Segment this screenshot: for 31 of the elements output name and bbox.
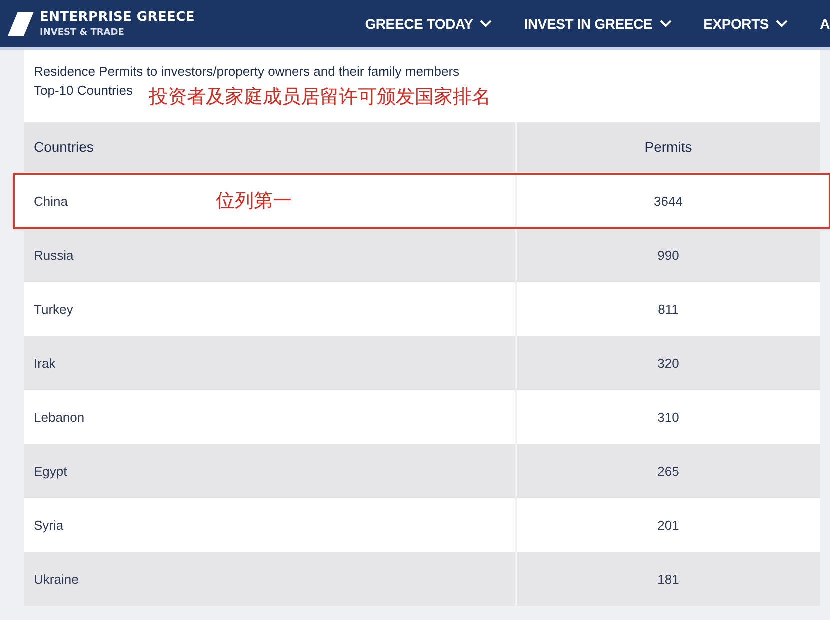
table-cell: Turkey (34, 302, 74, 316)
section-title: Residence Permits to investors/property owners and their family members (34, 64, 461, 79)
table-cell: Russia (34, 248, 74, 262)
table-cell-text: 181 (656, 570, 680, 588)
table-cell: Irak (34, 356, 56, 370)
brand-tagline: INVEST & TRADE (40, 28, 126, 38)
table-cell: Egypt (34, 464, 68, 478)
table-cell-text: 201 (656, 516, 680, 534)
table-cell-text: 320 (656, 354, 680, 372)
caret-icon (660, 20, 672, 28)
table-cell: Lebanon (34, 410, 85, 424)
nav-link[interactable]: INVEST IN GREECE (524, 16, 672, 32)
column-header: Permits (644, 138, 694, 157)
caret-icon (480, 20, 492, 28)
brand-name[interactable]: ENTERPRISE GREECE (40, 10, 195, 24)
table-cell-text: 3644 (653, 192, 684, 210)
table-cell-text: 310 (656, 408, 680, 426)
caret-icon (776, 20, 788, 28)
section-subtitle: Top-10 Countries (34, 83, 133, 98)
table-cell: Syria (34, 518, 64, 532)
table-cell-text: 265 (656, 462, 680, 480)
table-cell-text: 990 (656, 246, 680, 264)
annotation-note: 位列第一 (216, 190, 292, 214)
nav-link[interactable]: A (820, 16, 830, 32)
table-cell-text: 811 (657, 300, 680, 318)
nav-link[interactable]: EXPORTS (704, 16, 788, 32)
annotation-caption: 投资者及家庭成员居留许可颁发国家排名 (149, 85, 491, 110)
slash-logo-icon (8, 12, 34, 36)
table-cell: Ukraine (34, 572, 79, 586)
nav-link[interactable]: GREECE TODAY (365, 16, 492, 32)
table-cell: China (34, 194, 68, 208)
